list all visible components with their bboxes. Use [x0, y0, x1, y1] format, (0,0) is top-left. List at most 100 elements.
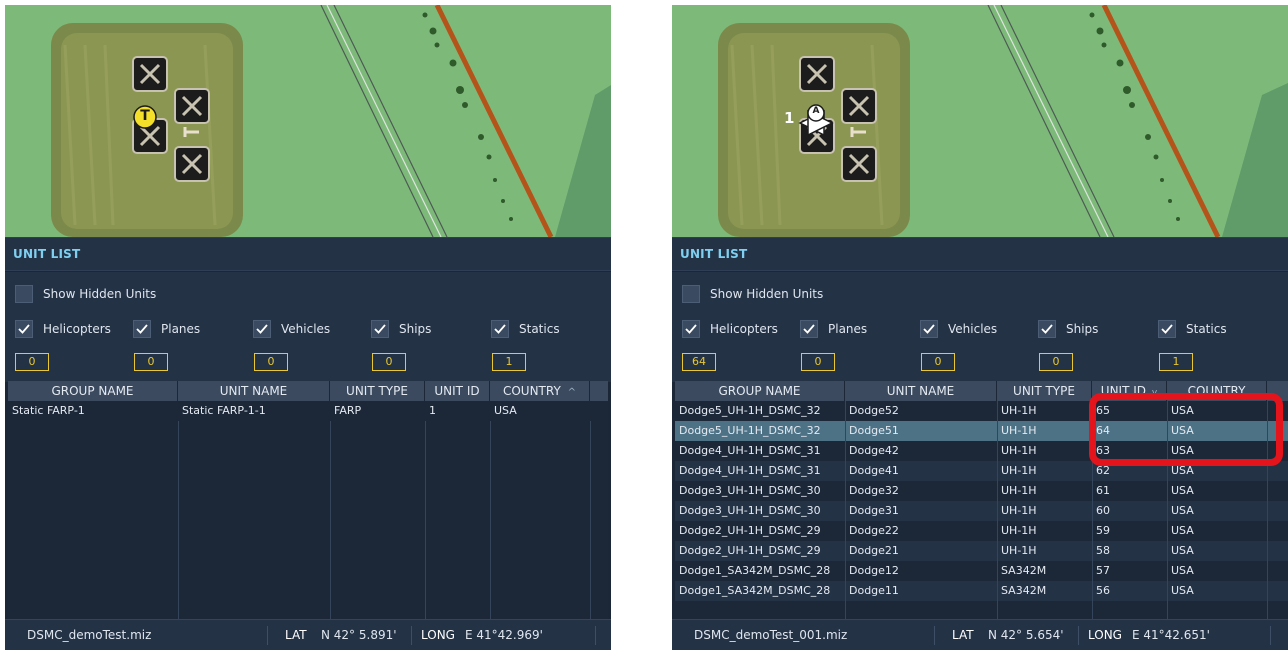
cell-id: 60	[1096, 504, 1110, 517]
vehicles-checkbox[interactable]	[920, 320, 938, 338]
filter-panel: Show Hidden Units Helicopters Planes Veh…	[5, 272, 611, 382]
table-row[interactable]: Static FARP-1 Static FARP-1-1 FARP 1 USA	[8, 401, 608, 421]
column-divider	[178, 401, 179, 619]
cell-unit: Static FARP-1-1	[182, 404, 266, 417]
cell-unit: Dodge12	[849, 564, 899, 577]
planes-checkbox[interactable]	[800, 320, 818, 338]
col-unit-type[interactable]: UNIT TYPE	[997, 381, 1092, 401]
column-divider	[425, 401, 426, 619]
col-group-name[interactable]: GROUP NAME	[675, 381, 845, 401]
column-divider	[590, 401, 591, 619]
status-bar: DSMC_demoTest.miz LAT N 42° 5.891' LONG …	[5, 619, 611, 650]
cell-unit: Dodge52	[849, 404, 899, 417]
long-label: LONG	[1088, 628, 1122, 642]
map-terrain	[5, 5, 611, 237]
ships-checkbox[interactable]	[371, 320, 389, 338]
cell-country: USA	[1171, 584, 1194, 597]
statics-checkbox[interactable]	[1158, 320, 1176, 338]
helicopters-label: Helicopters	[43, 322, 111, 336]
table-row[interactable]: Dodge2_UH-1H_DSMC_29 Dodge21 UH-1H 58 USA	[675, 541, 1288, 561]
unit-list-header: UNIT LIST	[5, 237, 611, 271]
cell-type: SA342M	[1001, 584, 1047, 597]
ships-checkbox[interactable]	[1038, 320, 1056, 338]
status-bar: DSMC_demoTest_001.miz LAT N 42° 5.654' L…	[672, 619, 1288, 650]
col-group-name[interactable]: GROUP NAME	[8, 381, 178, 401]
map-view[interactable]: 1 A	[672, 5, 1288, 237]
statics-label: Statics	[1186, 322, 1227, 336]
vehicles-count: 0	[921, 353, 955, 371]
ships-count: 0	[372, 353, 406, 371]
col-unit-type[interactable]: UNIT TYPE	[330, 381, 425, 401]
show-hidden-checkbox[interactable]	[15, 285, 33, 303]
lat-label: LAT	[952, 628, 974, 642]
planes-checkbox[interactable]	[133, 320, 151, 338]
planes-label: Planes	[828, 322, 868, 336]
unit-list-header: UNIT LIST	[672, 237, 1288, 271]
cell-type: UH-1H	[1001, 524, 1037, 537]
col-unit-id[interactable]: UNIT ID	[425, 381, 490, 401]
helicopters-label: Helicopters	[710, 322, 778, 336]
statics-count: 1	[1159, 353, 1193, 371]
cell-id: 61	[1096, 484, 1110, 497]
statics-checkbox[interactable]	[491, 320, 509, 338]
vehicles-label: Vehicles	[948, 322, 998, 336]
column-divider	[330, 401, 331, 619]
helicopters-checkbox[interactable]	[682, 320, 700, 338]
cell-type: FARP	[334, 404, 362, 417]
column-divider	[845, 401, 846, 619]
table-row[interactable]: Dodge3_UH-1H_DSMC_30 Dodge31 UH-1H 60 USA	[675, 501, 1288, 521]
planes-count: 0	[801, 353, 835, 371]
cell-unit: Dodge21	[849, 544, 899, 557]
cell-id: 58	[1096, 544, 1110, 557]
helicopters-checkbox[interactable]	[15, 320, 33, 338]
cell-group: Dodge3_UH-1H_DSMC_30	[679, 504, 821, 517]
status-separator	[1078, 626, 1079, 645]
cell-unit: Dodge31	[849, 504, 899, 517]
unit-table: GROUP NAME UNIT NAME UNIT TYPE UNIT ID C…	[8, 381, 608, 619]
table-row[interactable]: Dodge3_UH-1H_DSMC_30 Dodge32 UH-1H 61 USA	[675, 481, 1288, 501]
cell-unit: Dodge51	[849, 424, 899, 437]
status-separator	[411, 626, 412, 645]
table-row[interactable]: Dodge1_SA342M_DSMC_28 Dodge11 SA342M 56 USA	[675, 581, 1288, 601]
cell-group: Dodge2_UH-1H_DSMC_29	[679, 544, 821, 557]
cell-type: UH-1H	[1001, 424, 1037, 437]
cell-group: Static FARP-1	[12, 404, 85, 417]
col-unit-name[interactable]: UNIT NAME	[845, 381, 997, 401]
column-divider	[490, 401, 491, 619]
table-row[interactable]: Dodge1_SA342M_DSMC_28 Dodge12 SA342M 57 USA	[675, 561, 1288, 581]
status-separator	[934, 626, 935, 645]
col-country-label: COUNTRY	[502, 384, 561, 398]
mission-file-name: DSMC_demoTest.miz	[27, 628, 152, 642]
long-value: E 41°42.651'	[1132, 628, 1210, 642]
filter-panel: Show Hidden Units Helicopters Planes Veh…	[672, 272, 1288, 382]
annotation-highlight-box	[1089, 393, 1283, 466]
cell-country: USA	[1171, 544, 1194, 557]
cell-type: UH-1H	[1001, 464, 1037, 477]
show-hidden-checkbox[interactable]	[682, 285, 700, 303]
column-divider	[997, 401, 998, 619]
cell-unit: Dodge41	[849, 464, 899, 477]
col-unit-name[interactable]: UNIT NAME	[178, 381, 330, 401]
map-view[interactable]: T	[5, 5, 611, 237]
cell-group: Dodge1_SA342M_DSMC_28	[679, 584, 831, 597]
cell-country: USA	[1171, 484, 1194, 497]
status-separator	[267, 626, 268, 645]
cell-id: 59	[1096, 524, 1110, 537]
cell-country: USA	[1171, 504, 1194, 517]
cell-group: Dodge4_UH-1H_DSMC_31	[679, 444, 821, 457]
status-separator	[595, 626, 596, 645]
mission-editor-right: 1 A UNIT LIST Show Hidden Units Helicopt…	[672, 5, 1288, 650]
helicopters-count: 0	[15, 353, 49, 371]
cell-group: Dodge3_UH-1H_DSMC_30	[679, 484, 821, 497]
helicopter-unit-icon[interactable]: A	[810, 106, 822, 116]
helicopters-count: 64	[682, 353, 716, 371]
cell-type: UH-1H	[1001, 404, 1037, 417]
statics-count: 1	[492, 353, 526, 371]
vehicles-checkbox[interactable]	[253, 320, 271, 338]
table-row[interactable]: Dodge2_UH-1H_DSMC_29 Dodge22 UH-1H 59 USA	[675, 521, 1288, 541]
ships-label: Ships	[1066, 322, 1099, 336]
col-country[interactable]: COUNTRY ^	[490, 381, 590, 401]
long-value: E 41°42.969'	[465, 628, 543, 642]
cell-group: Dodge5_UH-1H_DSMC_32	[679, 424, 821, 437]
map-marker-label[interactable]: T	[138, 108, 152, 124]
